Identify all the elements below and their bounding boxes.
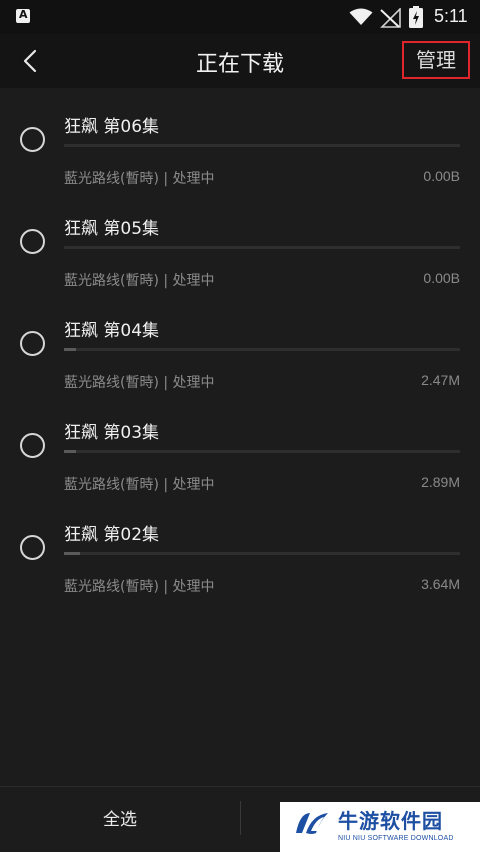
item-size: 2.89M (421, 474, 460, 490)
download-item[interactable]: 狂飙 第04集 藍光路线(暫時) | 处理中 2.47M (0, 292, 480, 394)
accessibility-icon (16, 8, 30, 23)
watermark-tagline: NIU NIU SOFTWARE DOWNLOAD (338, 835, 454, 842)
progress-bar (64, 552, 460, 555)
item-title: 狂飙 第04集 (64, 321, 160, 341)
item-size: 3.64M (421, 576, 460, 592)
download-item[interactable]: 狂飙 第03集 藍光路线(暫時) | 处理中 2.89M (0, 394, 480, 496)
status-bar: 5:11 (0, 0, 480, 34)
progress-fill (64, 348, 76, 351)
progress-bar (64, 450, 460, 453)
item-title: 狂飙 第05集 (64, 219, 160, 239)
watermark: 牛游软件园 NIU NIU SOFTWARE DOWNLOAD (280, 802, 480, 852)
select-radio[interactable] (20, 229, 45, 254)
battery-charging-icon (409, 6, 423, 28)
item-source: 藍光路线(暫時) | 处理中 (64, 375, 215, 391)
item-title: 狂飙 第06集 (64, 117, 160, 137)
wifi-icon (349, 8, 373, 25)
item-size: 0.00B (423, 168, 460, 184)
select-all-button[interactable]: 全选 (0, 787, 240, 852)
item-source: 藍光路线(暫時) | 处理中 (64, 273, 215, 289)
item-source: 藍光路线(暫時) | 处理中 (64, 477, 215, 493)
app-bar: 正在下载 管理 (0, 34, 480, 88)
watermark-brand: 牛游软件园 (338, 809, 443, 833)
item-source: 藍光路线(暫時) | 处理中 (64, 171, 215, 187)
download-item[interactable]: 狂飙 第05集 藍光路线(暫時) | 处理中 0.00B (0, 190, 480, 292)
item-title: 狂飙 第03集 (64, 423, 160, 443)
item-size: 0.00B (423, 270, 460, 286)
select-radio[interactable] (20, 535, 45, 560)
progress-fill (64, 450, 76, 453)
progress-bar (64, 246, 460, 249)
progress-bar (64, 348, 460, 351)
download-item[interactable]: 狂飙 第02集 藍光路线(暫時) | 处理中 3.64M (0, 496, 480, 598)
item-source: 藍光路线(暫時) | 处理中 (64, 579, 215, 595)
bottom-divider (240, 801, 241, 835)
select-radio[interactable] (20, 331, 45, 356)
signal-icon (380, 8, 401, 28)
progress-fill (64, 552, 80, 555)
download-item[interactable]: 狂飙 第06集 藍光路线(暫時) | 处理中 0.00B (0, 88, 480, 190)
item-size: 2.47M (421, 372, 460, 388)
select-radio[interactable] (20, 127, 45, 152)
manage-button[interactable]: 管理 (402, 41, 470, 79)
item-title: 狂飙 第02集 (64, 525, 160, 545)
brand-logo-icon (296, 813, 328, 834)
select-radio[interactable] (20, 433, 45, 458)
status-time: 5:11 (434, 6, 468, 26)
progress-bar (64, 144, 460, 147)
